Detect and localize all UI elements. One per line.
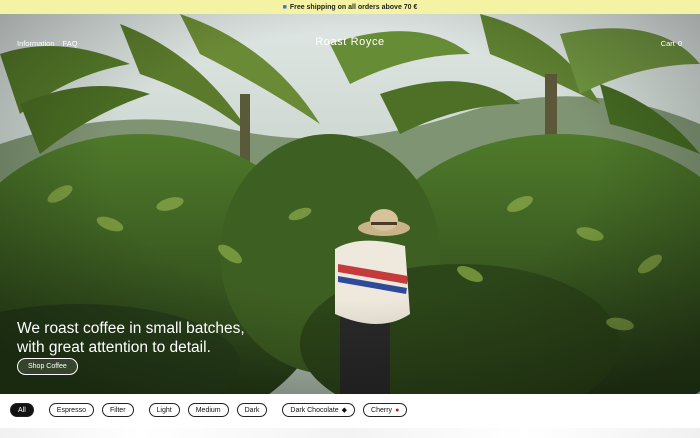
filter-cherry[interactable]: Cherry ● [363, 403, 408, 417]
brand-logo[interactable]: Roast Royce [0, 36, 700, 48]
filter-dark[interactable]: Dark [236, 403, 268, 417]
chocolate-icon: ◆ [341, 407, 348, 414]
shop-coffee-button[interactable]: Shop Coffee [17, 358, 78, 375]
hero-headline-line2: with great attention to detail. [17, 339, 211, 356]
cart-link[interactable]: Cart 0 [661, 39, 682, 48]
product-grid-preview [0, 428, 700, 438]
hero-section: Information FAQ Roast Royce Cart 0 We ro… [0, 14, 700, 394]
filter-label: Dark [244, 406, 260, 414]
filter-label: Espresso [56, 406, 86, 414]
filter-label: Dark Chocolate [290, 406, 339, 414]
shipping-banner-text: Free shipping on all orders above 70 € [289, 3, 418, 11]
filter-dark-chocolate[interactable]: Dark Chocolate ◆ [282, 403, 356, 417]
filter-bar: All Espresso Filter Light Medium Dark Da… [10, 403, 408, 417]
truck-icon: ■ [282, 3, 287, 11]
cherry-icon: ● [395, 406, 400, 414]
filter-filter[interactable]: Filter [101, 403, 134, 417]
cart-label: Cart [660, 39, 675, 48]
hero-headline: We roast coffee in small batches, with g… [17, 319, 317, 357]
filter-label: Filter [109, 406, 126, 414]
filter-light[interactable]: Light [148, 403, 180, 417]
hero-headline-line1: We roast coffee in small batches, [17, 320, 245, 337]
filter-label: Light [156, 406, 172, 414]
filter-label: Medium [195, 406, 221, 414]
cart-count: 0 [677, 39, 682, 48]
filter-label: All [18, 406, 26, 414]
filter-medium[interactable]: Medium [187, 403, 229, 417]
shipping-banner: ■ Free shipping on all orders above 70 € [0, 0, 700, 14]
filter-all[interactable]: All [10, 403, 34, 417]
filter-label: Cherry [371, 406, 393, 414]
filter-espresso[interactable]: Espresso [48, 403, 94, 417]
